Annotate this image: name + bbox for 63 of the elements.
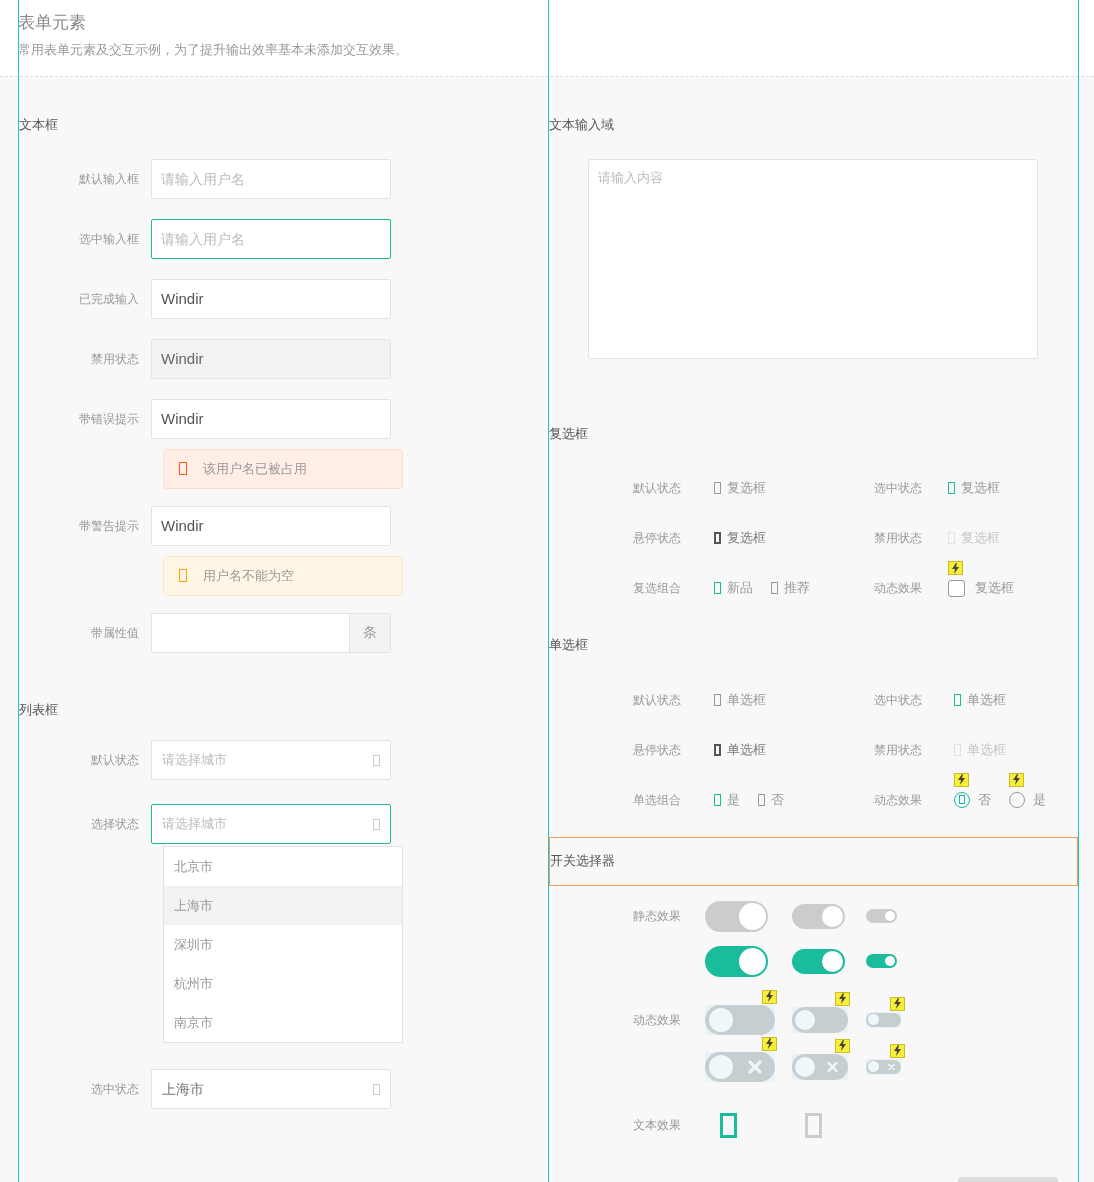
message-text: 该用户名已被占用 [203, 459, 307, 478]
option-label: 默认状态 [633, 480, 682, 497]
select-field[interactable]: 请选择城市 [151, 740, 391, 780]
unit-label: 条 [350, 613, 390, 652]
radio-option[interactable]: 否 [758, 789, 784, 810]
input-field[interactable]: 条 [151, 612, 391, 653]
dropdown-item[interactable]: 上海市 [164, 886, 402, 925]
page-subtitle: 常用表单元素及交互示例，为了提升输出效率基本未添加交互效果。 [18, 41, 408, 59]
field-label: 带警告提示 [78, 517, 140, 535]
section-title: 开关选择器 [550, 852, 615, 870]
input-field[interactable]: Windir [151, 398, 391, 439]
option-label: 动态效果 [633, 1011, 682, 1029]
input-field[interactable]: 请输入用户名 [151, 218, 391, 259]
dropdown-item[interactable]: 北京市 [164, 847, 402, 886]
dropdown-item[interactable]: 南京市 [164, 1003, 402, 1042]
radio-option[interactable]: 否 [954, 789, 991, 810]
radio-option[interactable]: 是 [1009, 789, 1046, 810]
dropdown-item[interactable]: 杭州市 [164, 964, 402, 1003]
field-label: 选中输入框 [78, 230, 140, 248]
option-label: 悬停状态 [633, 530, 682, 547]
message-text: 用户名不能为空 [203, 566, 294, 585]
option-label: 动态效果 [874, 580, 923, 597]
field-label: 默认输入框 [78, 170, 140, 188]
radio-option[interactable]: 单选框 [714, 739, 766, 760]
checkbox-option[interactable]: 复选框 [714, 478, 766, 498]
radio-option[interactable]: 单选框 [954, 689, 1006, 710]
checkbox-option[interactable]: 复选框 [714, 528, 766, 548]
option-label: 静态效果 [633, 908, 682, 925]
section-title: 复选框 [549, 424, 588, 443]
radio-option[interactable]: 单选框 [714, 689, 766, 710]
field-label: 选中状态 [90, 1081, 140, 1098]
field-label: 已完成输入 [78, 290, 140, 308]
field-label: 禁用状态 [90, 350, 140, 368]
select-field[interactable]: 上海市 [151, 1069, 391, 1109]
field-label: 带属性值 [90, 624, 140, 642]
checkbox-option[interactable]: 复选框 [948, 578, 1014, 598]
page-title: 表单元素 [18, 12, 86, 34]
select-field[interactable]: 请选择城市 [151, 804, 391, 844]
section-title: 文本框 [19, 116, 58, 134]
dropdown-item[interactable]: 深圳市 [164, 925, 402, 964]
option-label: 动态效果 [874, 791, 923, 809]
checkbox-option[interactable]: 新品 [714, 578, 753, 598]
radio-option[interactable]: 是 [714, 789, 740, 810]
section-title: 列表框 [19, 700, 58, 719]
checkbox-option[interactable]: 复选框 [948, 478, 1000, 498]
option-label: 选中状态 [874, 691, 923, 709]
checkbox-option[interactable]: 推荐 [771, 578, 810, 598]
text-area[interactable]: 请输入内容 [588, 158, 1038, 359]
field-label: 选择状态 [90, 816, 140, 833]
section-title: 单选框 [549, 636, 588, 654]
option-label: 默认状态 [633, 691, 682, 709]
field-label: 默认状态 [90, 752, 140, 769]
option-label: 禁用状态 [874, 530, 923, 547]
option-label: 禁用状态 [874, 741, 923, 759]
field-label: 带错误提示 [78, 410, 140, 428]
input-field[interactable]: Windir [151, 505, 391, 546]
option-label: 文本效果 [633, 1117, 682, 1134]
section-title: 文本输入域 [549, 116, 614, 134]
option-label: 选中状态 [874, 480, 923, 497]
option-label: 单选组合 [633, 791, 682, 809]
input-field[interactable]: Windir [151, 278, 391, 319]
option-label: 悬停状态 [633, 741, 682, 759]
option-label: 复选组合 [633, 580, 682, 597]
